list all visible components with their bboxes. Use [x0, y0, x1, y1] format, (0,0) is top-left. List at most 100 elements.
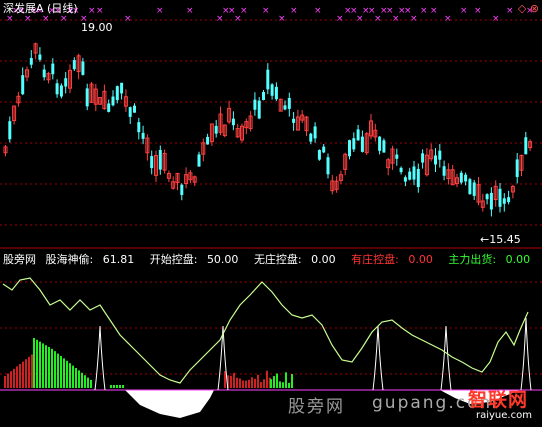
- candle-body: [438, 150, 442, 160]
- indicator-item: 开始控盘: 50.00: [149, 253, 239, 266]
- green-bar: [270, 379, 272, 388]
- red-bar: [4, 376, 6, 388]
- green-bar: [51, 348, 53, 388]
- candle-body: [266, 69, 270, 90]
- green-bar: [33, 338, 35, 388]
- red-bar: [233, 372, 235, 388]
- green-bar: [57, 353, 59, 388]
- spike: [520, 317, 532, 391]
- logo: 智联网: [468, 389, 529, 411]
- candle-body: [85, 88, 89, 107]
- candle-body: [317, 150, 321, 160]
- candle-body: [489, 192, 493, 210]
- candle-body: [309, 133, 313, 142]
- candle-body: [459, 172, 463, 183]
- candle-body: [352, 138, 356, 150]
- red-bar: [236, 377, 238, 388]
- indicator-item: 主力出货: 0.00: [448, 253, 531, 266]
- candle-body: [421, 153, 425, 163]
- candle-body: [29, 57, 33, 65]
- candle-body: [292, 118, 296, 123]
- low-price-label: ←15.45: [480, 233, 521, 246]
- red-bar: [260, 381, 262, 388]
- green-bar: [122, 385, 124, 388]
- candle-body: [150, 156, 154, 169]
- green-bar: [69, 363, 71, 388]
- red-bar: [7, 373, 9, 388]
- candle-body: [55, 83, 59, 95]
- candle-body: [111, 96, 115, 106]
- red-bar: [251, 377, 253, 388]
- signal-marker: ×: [460, 6, 468, 16]
- signal-marker: ×: [262, 6, 270, 16]
- chart-canvas: ×××××××××××××× ××× ×××××× ××× ××××××××××××××…: [0, 6, 542, 418]
- high-price-label: 19.00: [81, 21, 113, 34]
- candle-body: [214, 125, 218, 134]
- signal-marker: ×: [420, 6, 428, 16]
- candle-body: [38, 54, 42, 60]
- window-controls[interactable]: ◇ ⊗: [518, 2, 539, 15]
- logo-subtitle: raiyue.com: [476, 410, 532, 421]
- green-bar: [116, 385, 118, 388]
- candle-body: [502, 198, 506, 204]
- candle-body: [434, 155, 437, 165]
- candle-body: [64, 78, 68, 87]
- signal-marker: ×: [336, 14, 344, 24]
- green-bar: [113, 385, 115, 388]
- red-bar: [242, 380, 244, 388]
- green-bar: [72, 365, 74, 388]
- candle-body: [485, 194, 489, 200]
- candle-body: [322, 146, 326, 153]
- signal-marker: ×: [410, 14, 418, 24]
- signal-marker: ×: [506, 6, 514, 16]
- candle-body: [262, 92, 265, 100]
- green-bar: [110, 385, 112, 388]
- red-bar: [266, 370, 268, 388]
- candle-body: [274, 86, 278, 100]
- red-bar: [263, 379, 265, 388]
- signal-marker: ×: [314, 6, 322, 16]
- red-bar: [230, 375, 232, 388]
- chart-title: 深发展A (日线): [3, 2, 78, 15]
- candle-body: [399, 167, 403, 173]
- green-bar: [78, 370, 80, 388]
- candle-body: [283, 105, 287, 110]
- candle-body: [524, 137, 528, 155]
- candle-body: [81, 61, 85, 75]
- signal-marker: ×: [278, 14, 286, 24]
- candle-body: [270, 84, 274, 96]
- candle-body: [59, 85, 63, 97]
- green-bar: [39, 341, 41, 388]
- candle-body: [382, 140, 386, 153]
- candle-body: [472, 182, 476, 196]
- red-bar: [245, 380, 247, 388]
- signal-marker: ×: [88, 6, 96, 16]
- candle-body: [206, 136, 210, 145]
- candle-body: [128, 107, 132, 117]
- green-bar: [60, 356, 62, 388]
- red-bar: [22, 361, 24, 388]
- grid-lines: [0, 19, 542, 375]
- green-bar: [90, 380, 92, 388]
- red-bar: [254, 378, 256, 388]
- green-bar: [75, 368, 77, 388]
- candle-body: [158, 150, 162, 170]
- oscillator-line: [2, 277, 529, 384]
- signal-marker: ×: [186, 6, 194, 16]
- candle-body: [403, 177, 407, 182]
- green-bar: [81, 372, 83, 388]
- candle-body: [356, 129, 360, 141]
- candle-body: [498, 188, 502, 207]
- indicator-item: 有庄控盘: 0.00: [351, 253, 433, 266]
- candle-body: [180, 184, 184, 195]
- signal-marker: ×: [444, 14, 452, 24]
- candle-body: [287, 97, 291, 109]
- signal-marker: ×: [474, 6, 482, 16]
- signal-marker: ×: [124, 14, 132, 24]
- red-bar: [224, 371, 226, 388]
- green-bar: [54, 351, 56, 388]
- candle-body: [197, 154, 201, 167]
- candle-body: [515, 159, 519, 177]
- red-bar: [239, 378, 241, 388]
- signal-marker: ×: [430, 6, 438, 16]
